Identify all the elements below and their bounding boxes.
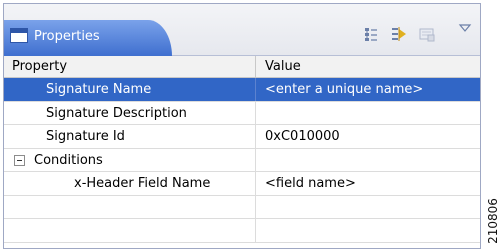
table-body: Signature Name <enter a unique name> Signa… <box>4 78 480 243</box>
column-header-value[interactable]: Value <box>257 56 480 78</box>
property-cell: x-Header Field Name <box>4 172 256 195</box>
value-cell[interactable] <box>257 102 480 125</box>
property-label: Signature Id <box>46 129 125 144</box>
restore-defaults-button[interactable] <box>416 24 438 44</box>
table-row[interactable]: x-Header Field Name <field name> <box>4 172 480 196</box>
properties-table: Property Value Signature Name <enter a un… <box>4 56 480 248</box>
tab-title: Properties <box>34 29 100 44</box>
value-cell[interactable] <box>257 196 480 219</box>
property-cell <box>4 195 256 218</box>
filter-button[interactable] <box>388 24 410 44</box>
table-row[interactable]: Signature Description <box>4 101 480 125</box>
table-row[interactable]: Signature Id 0xC010000 <box>4 125 480 149</box>
value-cell[interactable]: 0xC010000 <box>257 125 480 148</box>
collapse-icon[interactable] <box>14 154 25 166</box>
show-categories-button[interactable] <box>360 24 382 44</box>
table-row[interactable] <box>4 195 480 219</box>
property-cell: Signature Name <box>4 78 256 101</box>
filter-icon <box>392 27 406 41</box>
value-cell[interactable] <box>257 149 480 172</box>
property-cell: Signature Id <box>4 125 256 148</box>
property-cell: Conditions <box>4 148 256 171</box>
property-cell <box>4 219 256 242</box>
table-row[interactable] <box>4 219 480 243</box>
properties-icon <box>10 28 28 43</box>
value-cell[interactable]: <enter a unique name> <box>257 78 480 101</box>
restore-defaults-icon <box>419 28 435 42</box>
properties-view: Properties Property Value Signature Name… <box>3 3 481 249</box>
figure-id: 210806 <box>486 198 500 244</box>
value-cell[interactable]: <field name> <box>257 172 480 195</box>
property-label: Signature Description <box>46 105 187 121</box>
property-label: Conditions <box>34 152 103 168</box>
property-cell: Signature Description <box>4 101 256 124</box>
column-header-property[interactable]: Property <box>4 56 256 78</box>
show-categories-icon <box>365 28 377 41</box>
view-menu-button[interactable] <box>454 18 476 38</box>
view-titlebar: Properties <box>4 4 480 56</box>
property-label: x-Header Field Name <box>74 176 211 191</box>
view-menu-icon <box>458 24 472 32</box>
property-label: Signature Name <box>46 82 152 97</box>
value-cell[interactable] <box>257 219 480 242</box>
properties-tab[interactable]: Properties <box>4 20 172 56</box>
table-row[interactable]: Signature Name <enter a unique name> <box>4 78 480 102</box>
table-header: Property Value <box>4 56 480 78</box>
table-row[interactable]: Conditions <box>4 148 480 172</box>
